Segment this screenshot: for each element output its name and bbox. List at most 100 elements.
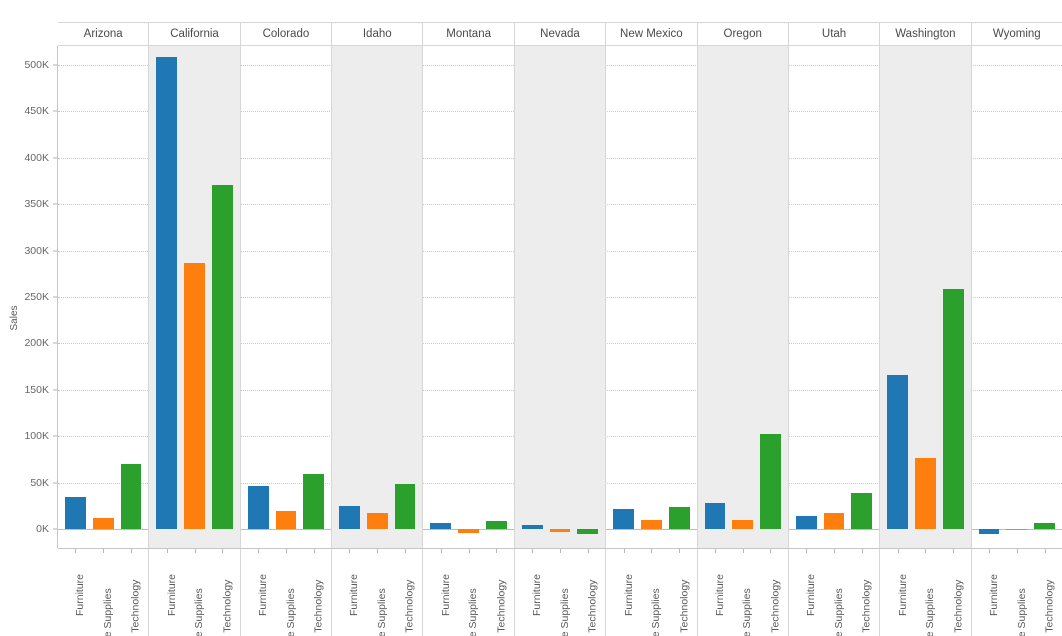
x-axis-slot: Furniture <box>705 549 726 636</box>
x-axis: Furniture Office Supplies Technology Furnit… <box>58 548 1062 636</box>
x-axis-panel-washington: Furniture Office Supplies Technology <box>880 549 972 636</box>
bar-group <box>880 46 970 548</box>
bar-office-supplies[interactable] <box>823 512 845 530</box>
bar-technology[interactable] <box>120 463 142 530</box>
x-axis-slot: Technology <box>486 549 507 636</box>
bar-furniture[interactable] <box>613 509 634 530</box>
bar-slot <box>366 46 388 548</box>
bar-slot <box>640 46 662 548</box>
x-axis-tick-label: Furniture <box>622 574 635 617</box>
bar-technology[interactable] <box>942 288 964 530</box>
x-axis-tick-mark <box>1044 549 1046 553</box>
bar-office-supplies[interactable] <box>640 519 662 530</box>
bar-technology[interactable] <box>211 184 233 530</box>
bar-technology[interactable] <box>1034 522 1055 530</box>
x-axis-tick-mark <box>405 549 407 553</box>
x-axis-slot: Office Supplies <box>550 549 571 636</box>
bar-office-supplies[interactable] <box>366 513 388 530</box>
bar-technology[interactable] <box>760 433 781 530</box>
x-axis-tick-mark <box>897 549 899 553</box>
bar-furniture[interactable] <box>521 525 543 530</box>
bar-slot <box>156 46 178 548</box>
bar-furniture[interactable] <box>978 529 1000 535</box>
x-axis-slot: Technology <box>212 549 233 636</box>
y-axis-tick-label: 0K <box>36 523 49 536</box>
bar-office-supplies[interactable] <box>1006 529 1028 531</box>
chart-panel-nevada <box>514 46 607 548</box>
x-axis-tick-label: Furniture <box>257 574 270 617</box>
x-axis-tick-mark <box>285 549 287 553</box>
bar-furniture[interactable] <box>430 522 452 530</box>
x-axis-tick-mark <box>770 549 772 553</box>
panel-header-row: Arizona California Colorado Idaho Montana Nev… <box>58 22 1062 46</box>
bar-furniture[interactable] <box>887 375 909 530</box>
x-axis-tick-label: Office Supplies <box>741 588 754 636</box>
x-axis-tick-label: Furniture <box>896 574 909 617</box>
bar-slot <box>823 46 845 548</box>
bar-office-supplies[interactable] <box>275 511 297 530</box>
bar-technology[interactable] <box>851 492 873 530</box>
x-axis-tick-mark <box>953 549 955 553</box>
panel-header-colorado: Colorado <box>240 23 333 45</box>
panel-header-new-mexico: New Mexico <box>606 23 698 45</box>
x-axis-tick-label: Technology <box>221 579 234 633</box>
chart-panel-utah <box>789 46 881 548</box>
chart-panel-new-mexico <box>606 46 698 548</box>
bar-office-supplies[interactable] <box>549 529 571 532</box>
x-axis-tick-label: Technology <box>1043 579 1056 633</box>
x-axis-tick-label: Technology <box>495 579 508 633</box>
x-axis-slot: Technology <box>121 549 142 636</box>
bar-group <box>149 46 239 548</box>
x-axis-tick-label: Furniture <box>531 574 544 617</box>
bar-slot <box>1034 46 1055 548</box>
chart-panel-montana <box>423 46 515 548</box>
y-axis-tick-label: 150K <box>24 383 49 396</box>
x-axis-panel-colorado: Furniture Office Supplies Technology <box>241 549 333 636</box>
x-axis-panel-idaho: Furniture Office Supplies Technology <box>332 549 424 636</box>
x-axis-tick-label: Technology <box>769 579 782 633</box>
y-axis-tick-label: 500K <box>24 58 49 71</box>
bar-slot <box>613 46 634 548</box>
x-axis-panel-utah: Furniture Office Supplies Technology <box>789 549 881 636</box>
bar-office-supplies[interactable] <box>184 263 205 530</box>
chart-panel-wyoming <box>972 46 1062 548</box>
bar-furniture[interactable] <box>247 485 269 530</box>
bar-furniture[interactable] <box>156 57 178 530</box>
bar-furniture[interactable] <box>65 496 86 530</box>
bar-furniture[interactable] <box>795 515 817 530</box>
x-axis-tick-mark <box>75 549 77 553</box>
bar-technology[interactable] <box>486 520 507 530</box>
x-axis-tick-mark <box>714 549 716 553</box>
bar-office-supplies[interactable] <box>92 517 114 530</box>
x-axis-slot: Furniture <box>613 549 635 636</box>
bar-furniture[interactable] <box>339 505 360 530</box>
bar-office-supplies[interactable] <box>915 457 936 530</box>
bar-group <box>332 46 422 548</box>
x-axis-slot: Technology <box>303 549 325 636</box>
bar-group <box>423 46 513 548</box>
bar-office-supplies[interactable] <box>458 529 479 534</box>
x-axis-slot: Technology <box>943 549 964 636</box>
bar-slot <box>339 46 360 548</box>
bar-furniture[interactable] <box>704 502 726 530</box>
x-axis-tick-mark <box>313 549 315 553</box>
x-axis-slot: Technology <box>395 549 416 636</box>
x-axis-tick-mark <box>440 549 442 553</box>
bar-technology[interactable] <box>303 473 325 530</box>
x-axis-tick-mark <box>377 549 379 553</box>
x-axis-tick-label: Furniture <box>165 574 178 617</box>
bar-technology[interactable] <box>668 507 690 530</box>
bar-slot <box>704 46 726 548</box>
x-axis-tick-mark <box>258 549 260 553</box>
panel-header-oregon: Oregon <box>697 23 789 45</box>
bar-technology[interactable] <box>577 529 599 534</box>
bar-technology[interactable] <box>394 484 416 530</box>
bar-group <box>241 46 331 548</box>
x-axis-tick-mark <box>496 549 498 553</box>
chart-panel-colorado <box>241 46 333 548</box>
chart-panel-oregon <box>697 46 789 548</box>
y-axis-tick-label: 350K <box>24 198 49 211</box>
bar-office-supplies[interactable] <box>732 520 754 530</box>
y-axis-tick-label: 400K <box>24 151 49 164</box>
x-axis-tick-mark <box>468 549 470 553</box>
